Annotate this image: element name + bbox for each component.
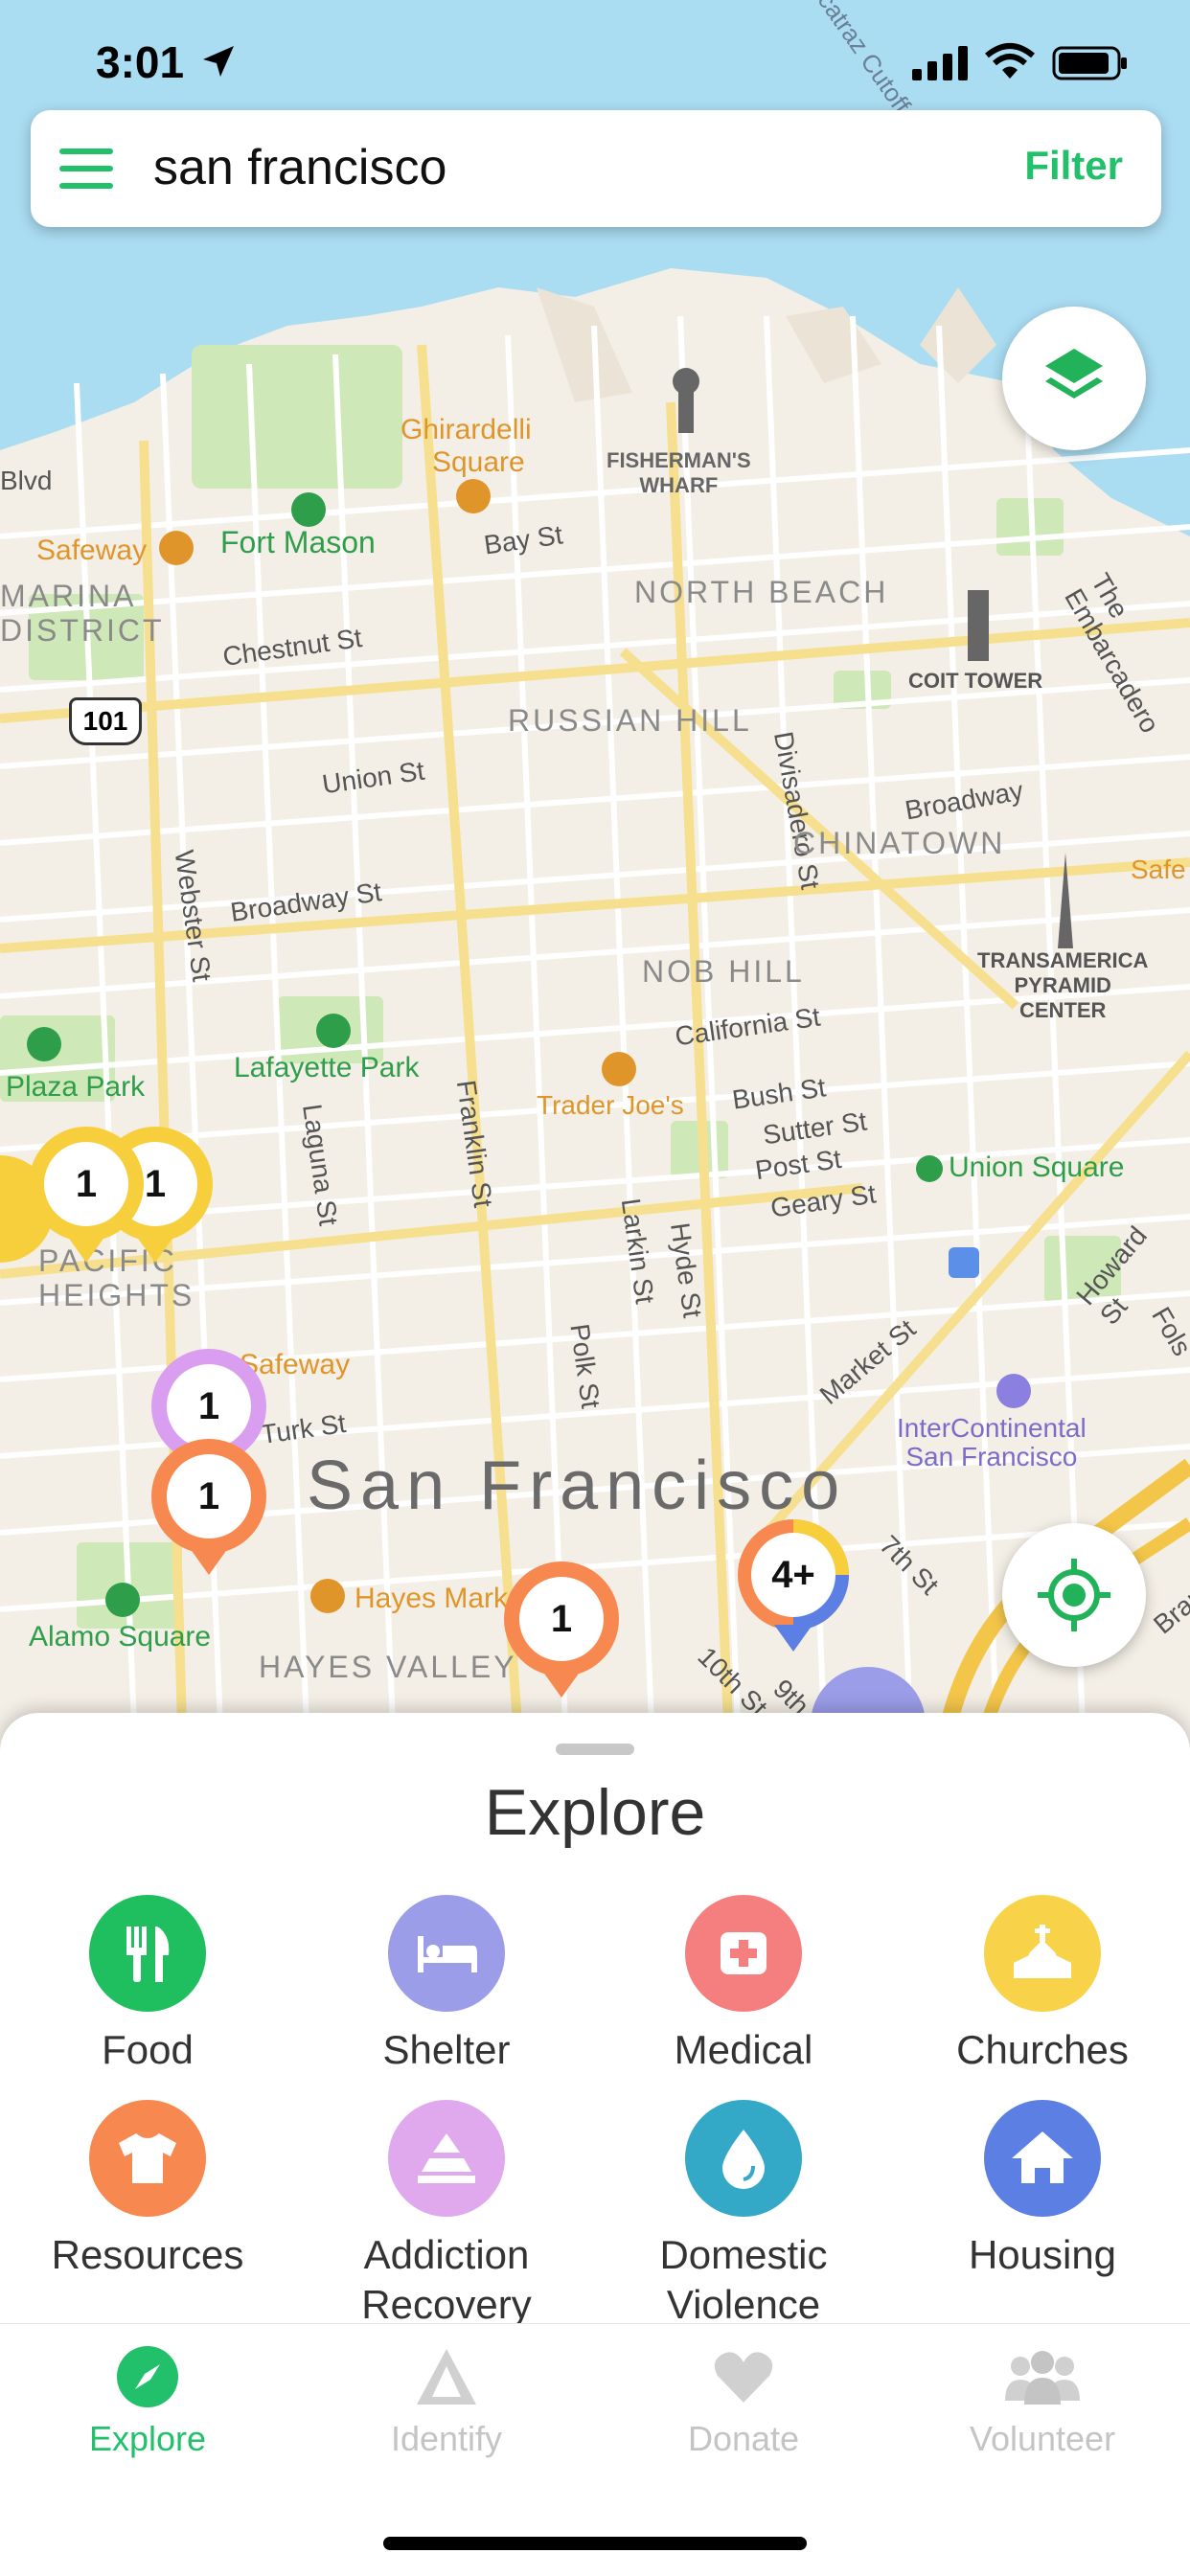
tab-label: Explore (88, 2419, 207, 2458)
map-layers-button[interactable] (1002, 307, 1146, 450)
category-domestic-violence[interactable]: Domestic Violence (600, 2100, 887, 2330)
pin-count: 4+ (771, 1554, 815, 1596)
tab-explore[interactable]: Explore (4, 2345, 291, 2459)
category-addiction-recovery[interactable]: Addiction Recovery (303, 2100, 590, 2330)
category-label: Shelter (382, 2027, 511, 2072)
tab-label: Donate (687, 2419, 800, 2458)
wifi-icon (985, 43, 1035, 79)
locate-me-button[interactable] (1002, 1523, 1146, 1667)
utensils-icon (89, 1895, 206, 2012)
category-label: Domestic Violence (659, 2232, 828, 2327)
category-label: Churches (956, 2027, 1129, 2072)
category-shelter[interactable]: Shelter (303, 1895, 590, 2075)
landmark-icon (673, 368, 1073, 948)
category-churches[interactable]: Churches (899, 1895, 1186, 2075)
home-indicator[interactable] (383, 2537, 807, 2550)
category-label: Addiction Recovery (361, 2232, 532, 2327)
pin-count: 1 (197, 1475, 220, 1517)
pin-count: 1 (197, 1385, 220, 1427)
category-label: Medical (674, 2027, 813, 2072)
crosshair-icon (1038, 1559, 1110, 1631)
first-aid-icon (685, 1895, 802, 2012)
category-medical[interactable]: Medical (600, 1895, 887, 2075)
status-bar: 3:01 (0, 0, 1190, 105)
compass-icon (117, 2346, 178, 2407)
tshirt-icon (89, 2100, 206, 2217)
map-markers (0, 368, 1073, 1724)
pyramid-icon (388, 2100, 505, 2217)
category-food[interactable]: Food (4, 1895, 291, 2075)
hamburger-menu-icon[interactable] (59, 147, 113, 191)
location-arrow-icon (203, 46, 234, 77)
search-input[interactable]: san francisco (153, 139, 446, 196)
droplet-icon (685, 2100, 802, 2217)
heart-icon (714, 2352, 773, 2403)
triangle-icon (417, 2349, 476, 2405)
category-housing[interactable]: Housing (899, 2100, 1186, 2280)
house-icon (984, 2100, 1101, 2217)
pin-multi[interactable] (738, 1519, 926, 1724)
pin-count: 1 (144, 1163, 167, 1205)
battery-icon (1052, 46, 1127, 80)
tab-label: Identify (390, 2419, 503, 2458)
people-icon (1005, 2351, 1080, 2405)
bed-icon (388, 1895, 505, 2012)
pin-count: 1 (75, 1163, 98, 1205)
cellular-signal-icon (912, 46, 968, 80)
status-time: 3:01 (96, 37, 185, 87)
tab-donate[interactable]: Donate (600, 2345, 887, 2459)
sheet-drag-handle[interactable] (556, 1744, 634, 1755)
category-resources[interactable]: Resources (4, 2100, 291, 2280)
sheet-title: Explore (484, 1776, 706, 1849)
pin-count: 1 (550, 1598, 573, 1640)
category-label: Housing (968, 2232, 1117, 2277)
church-icon (984, 1895, 1101, 2012)
search-bar[interactable]: san francisco Filter (31, 110, 1161, 227)
layers-icon (1045, 349, 1103, 399)
tab-volunteer[interactable]: Volunteer (899, 2345, 1186, 2459)
category-label: Resources (51, 2232, 244, 2277)
filter-button[interactable]: Filter (1024, 143, 1123, 189)
tab-identify[interactable]: Identify (303, 2345, 590, 2459)
category-label: Food (102, 2027, 194, 2072)
tab-label: Volunteer (969, 2419, 1116, 2458)
